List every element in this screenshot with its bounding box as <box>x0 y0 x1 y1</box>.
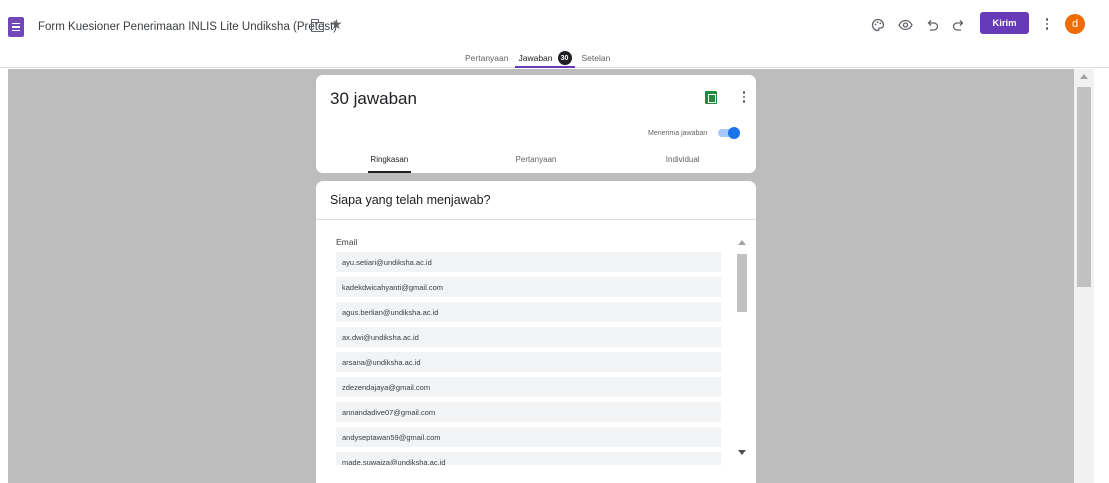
list-item: arsana@undiksha.ac.id <box>336 352 721 372</box>
list-item: andyseptawan59@gmail.com <box>336 427 721 447</box>
scroll-up-icon[interactable] <box>738 240 746 245</box>
list-item: ax.dwi@undiksha.ac.id <box>336 327 721 347</box>
tab-settings[interactable]: Setelan <box>577 48 616 68</box>
forms-logo-icon[interactable] <box>8 17 24 37</box>
respondents-title: Siapa yang telah menjawab? <box>330 193 491 207</box>
divider <box>316 219 756 220</box>
redo-icon[interactable] <box>946 13 970 37</box>
tab-responses[interactable]: Jawaban 30 <box>513 48 576 68</box>
subtab-question[interactable]: Pertanyaan <box>463 151 610 173</box>
palette-icon[interactable] <box>866 13 890 37</box>
email-column-header: Email <box>336 237 358 247</box>
email-list[interactable]: ayu.setiari@undiksha.ac.id kadekdwicahya… <box>336 252 721 465</box>
scroll-thumb[interactable] <box>1077 87 1091 287</box>
subtab-individual[interactable]: Individual <box>609 151 756 173</box>
list-item: kadekdwicahyanti@gmail.com <box>336 277 721 297</box>
summary-subtabs: Ringkasan Pertanyaan Individual <box>316 151 756 173</box>
folder-icon[interactable] <box>310 19 324 32</box>
more-vert-icon[interactable] <box>1042 16 1052 32</box>
tab-responses-label: Jawaban <box>518 53 553 63</box>
scroll-up-icon[interactable] <box>1080 74 1088 79</box>
star-icon[interactable]: ★ <box>330 17 343 31</box>
accepting-responses-toggle[interactable] <box>716 127 740 139</box>
sheets-icon[interactable] <box>705 91 717 104</box>
tab-questions[interactable]: Pertanyaan <box>460 48 513 68</box>
email-list-scrollbar[interactable] <box>734 232 750 463</box>
undo-icon[interactable] <box>920 13 944 37</box>
scroll-thumb[interactable] <box>737 254 747 312</box>
respondents-card: Siapa yang telah menjawab? Email ayu.set… <box>316 181 756 483</box>
preview-eye-icon[interactable] <box>893 13 917 37</box>
list-item: annandadive07@gmail.com <box>336 402 721 422</box>
page-scrollbar[interactable] <box>1074 69 1094 483</box>
more-vert-icon[interactable] <box>739 89 749 105</box>
responses-count-badge: 30 <box>557 51 572 65</box>
responses-summary-card: 30 jawaban Menerima jawaban Ringkasan Pe… <box>316 75 756 173</box>
responses-canvas: 30 jawaban Menerima jawaban Ringkasan Pe… <box>8 69 1074 483</box>
list-item: agus.berlian@undiksha.ac.id <box>336 302 721 322</box>
form-tabs: Pertanyaan Jawaban 30 Setelan <box>460 48 615 68</box>
scroll-down-icon[interactable] <box>738 450 746 455</box>
subtab-summary[interactable]: Ringkasan <box>316 151 463 173</box>
form-title[interactable]: Form Kuesioner Penerimaan INLIS Lite Und… <box>38 21 337 33</box>
avatar[interactable]: d <box>1065 14 1085 34</box>
response-count-title: 30 jawaban <box>330 89 417 108</box>
accepting-responses-label: Menerima jawaban <box>648 130 708 137</box>
list-item: made.suwaiza@undiksha.ac.id <box>336 452 721 465</box>
top-bar: Form Kuesioner Penerimaan INLIS Lite Und… <box>0 0 1109 68</box>
send-button[interactable]: Kirim <box>980 12 1029 34</box>
list-item: zdezendajaya@gmail.com <box>336 377 721 397</box>
list-item: ayu.setiari@undiksha.ac.id <box>336 252 721 272</box>
